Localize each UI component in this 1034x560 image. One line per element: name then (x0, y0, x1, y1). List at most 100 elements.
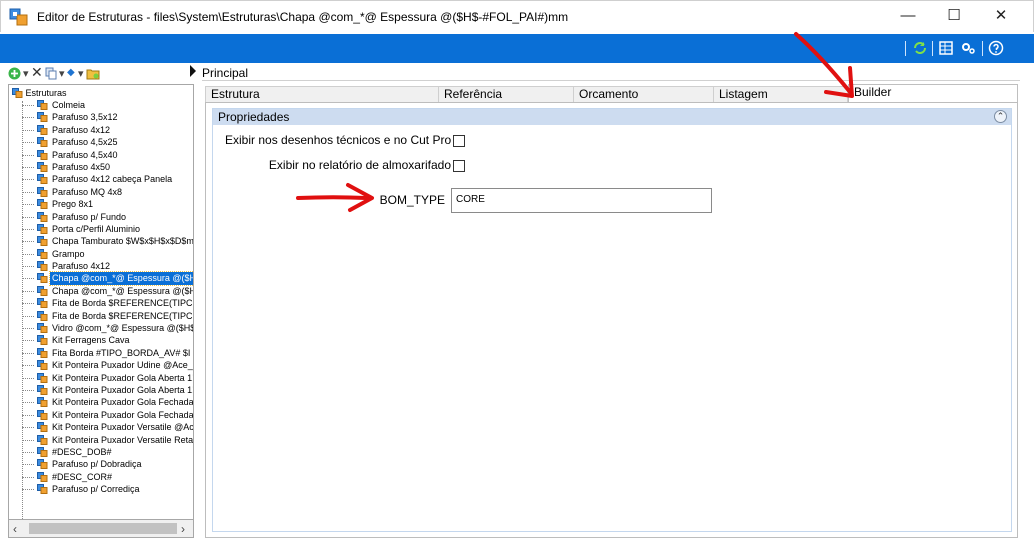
structure-node-icon (37, 100, 48, 110)
tree-item[interactable]: Parafuso 4x12 (9, 260, 193, 272)
tree-item[interactable]: Fita de Borda $REFERENCE(TIPC (9, 297, 193, 309)
structure-node-icon (37, 174, 48, 185)
tab-builder[interactable]: Builder (848, 84, 1018, 102)
tree-item[interactable]: #DESC_COR# (9, 471, 193, 483)
tree-item-label: Fita de Borda $REFERENCE(TIPC (52, 310, 193, 321)
tree-root[interactable]: Estruturas (12, 87, 67, 99)
tree-item-label: Parafuso 4x12 cabeça Panela (52, 174, 173, 185)
tree-item[interactable]: Kit Ponteira Puxador Gola Fechada (9, 409, 194, 421)
structure-node-icon (37, 124, 48, 135)
delete-icon[interactable]: ✕ (31, 64, 43, 81)
structure-node-icon (37, 347, 48, 358)
tree-item-label: Kit Ponteira Puxador Gola Aberta 1! (52, 384, 194, 395)
structure-node-icon (37, 335, 48, 346)
divider (202, 80, 1020, 81)
tree-item-label: Parafuso 4x50 (52, 161, 111, 172)
tree-connector (22, 451, 34, 453)
tab-referencia[interactable]: Referência (438, 86, 574, 102)
tree-connector (22, 253, 34, 255)
tree-item[interactable]: Kit Ponteira Puxador Gola Aberta 1! (9, 372, 193, 384)
tree-item[interactable]: Kit Ferragens Cava (9, 334, 193, 346)
tree-item[interactable]: Parafuso 4x50 (9, 161, 193, 173)
minimize-button[interactable]: — (885, 1, 931, 33)
tree-item[interactable]: Colmeia (9, 99, 193, 111)
tree-item[interactable]: Parafuso 4x12 cabeça Panela (9, 173, 193, 185)
tree-item-label: Kit Ponteira Puxador Versatile Reta (52, 434, 194, 445)
folder-icon[interactable] (86, 67, 100, 80)
tree-item[interactable]: Parafuso 4x12 (9, 124, 193, 136)
tree-connector (22, 117, 34, 119)
tree-item[interactable]: Parafuso p/ Corrediça (9, 483, 193, 495)
show-in-drawings-label: Exibir nos desenhos técnicos e no Cut Pr… (225, 133, 452, 147)
toolbar-separator (932, 41, 933, 56)
dropdown-arrow-icon[interactable]: ▾ (78, 67, 84, 80)
tree-item[interactable]: Porta c/Perfil Aluminio (9, 223, 193, 235)
tree-item[interactable]: Fita de Borda $REFERENCE(TIPC (9, 310, 193, 322)
scroll-left-icon[interactable]: ‹ (13, 522, 17, 536)
tab-orcamento[interactable]: Orcamento (573, 86, 714, 102)
show-in-drawings-checkbox[interactable] (453, 135, 465, 147)
structure-node-icon (37, 397, 48, 408)
add-icon[interactable] (8, 67, 21, 80)
dropdown-arrow-icon[interactable]: ▾ (23, 67, 29, 80)
tree-item[interactable]: #DESC_DOB# (9, 446, 193, 458)
tree-item-label: Parafuso 3,5x12 (52, 112, 118, 123)
tree-item[interactable]: Parafuso p/ Fundo (9, 211, 193, 223)
tree-item[interactable]: Parafuso 3,5x12 (9, 111, 193, 123)
tree-item[interactable]: Kit Ponteira Puxador Gola Aberta 1! (9, 384, 194, 396)
settings-icon[interactable] (960, 40, 976, 56)
collapse-icon[interactable]: ⌃ (994, 110, 1007, 123)
tree-item[interactable]: Chapa Tamburato $W$x$H$x$D$m (9, 235, 193, 247)
scroll-right-icon[interactable]: › (181, 522, 185, 536)
tree-item[interactable]: Kit Ponteira Puxador Versatile Reta (9, 434, 194, 446)
grid-view-icon[interactable] (938, 40, 954, 56)
tree-item[interactable]: Chapa @com_*@ Espessura @($H (9, 271, 193, 286)
tree-item[interactable]: Fita Borda #TIPO_BORDA_AV# $I (9, 347, 193, 359)
structure-node-icon (37, 211, 48, 222)
bom-type-input[interactable]: CORE (451, 188, 712, 213)
move-up-icon[interactable]: ◆ (67, 67, 75, 78)
dropdown-arrow-icon[interactable]: ▾ (59, 67, 65, 80)
structure-node-icon (37, 199, 48, 210)
horizontal-scrollbar[interactable]: ‹ › (8, 520, 194, 538)
tree-item-label: Vidro @com_*@ Espessura @($H$ (52, 323, 194, 334)
tab-estrutura[interactable]: Estrutura (205, 86, 439, 102)
structure-node-icon (37, 310, 48, 321)
scrollbar-thumb[interactable] (29, 523, 177, 534)
copy-icon[interactable] (45, 67, 58, 80)
tree-item[interactable]: Parafuso 4,5x40 (9, 149, 193, 161)
tree-connector (22, 464, 34, 466)
tree-item[interactable]: Kit Ponteira Puxador Gola Fechada (9, 396, 194, 408)
structure-node-icon (37, 298, 48, 309)
tree-item-label: Kit Ponteira Puxador Gola Fechada (52, 397, 194, 408)
tree-item[interactable]: Prego 8x1 (9, 198, 193, 210)
tree-item[interactable]: Parafuso 4,5x25 (9, 136, 193, 148)
tree-item[interactable]: Vidro @com_*@ Espessura @($H$ (9, 322, 194, 334)
refresh-icon[interactable] (912, 40, 928, 56)
tree-item-label: Kit Ponteira Puxador Gola Fechada (52, 409, 194, 420)
tree-item[interactable]: Chapa @com_*@ Espessura @($H (9, 285, 193, 297)
maximize-button[interactable]: ☐ (931, 1, 977, 33)
show-in-warehouse-checkbox[interactable] (453, 160, 465, 172)
tree-item[interactable]: Kit Ponteira Puxador Udine @Ace_I (9, 359, 193, 371)
tree-item-label: Fita de Borda $REFERENCE(TIPC (52, 298, 193, 309)
properties-header[interactable]: Propriedades ⌃ (213, 109, 1011, 125)
help-icon[interactable] (988, 40, 1004, 56)
structure-node-icon (37, 459, 48, 470)
tree-item[interactable]: Grampo (9, 248, 193, 260)
close-button[interactable]: ✕ (978, 1, 1024, 33)
structure-root-icon (12, 88, 23, 98)
structure-tree[interactable]: Estruturas Colmeia Parafuso 3,5x12 Parafus… (8, 84, 194, 520)
tree-item[interactable]: Parafuso p/ Dobradiça (9, 458, 193, 470)
structure-node-icon (37, 471, 48, 482)
tree-connector (22, 303, 34, 305)
splitter-arrow-icon[interactable] (189, 64, 197, 78)
tree-connector (22, 278, 34, 280)
app-icon (9, 8, 28, 26)
tree-item-label: #DESC_COR# (52, 471, 113, 482)
tree-connector (22, 352, 34, 354)
tree-item[interactable]: Kit Ponteira Puxador Versatile @Ac (9, 421, 193, 433)
tree-item[interactable]: Parafuso MQ 4x8 (9, 186, 193, 198)
tree-connector (22, 142, 34, 144)
builder-tab-content: Propriedades ⌃ Exibir nos desenhos técni… (205, 102, 1018, 538)
